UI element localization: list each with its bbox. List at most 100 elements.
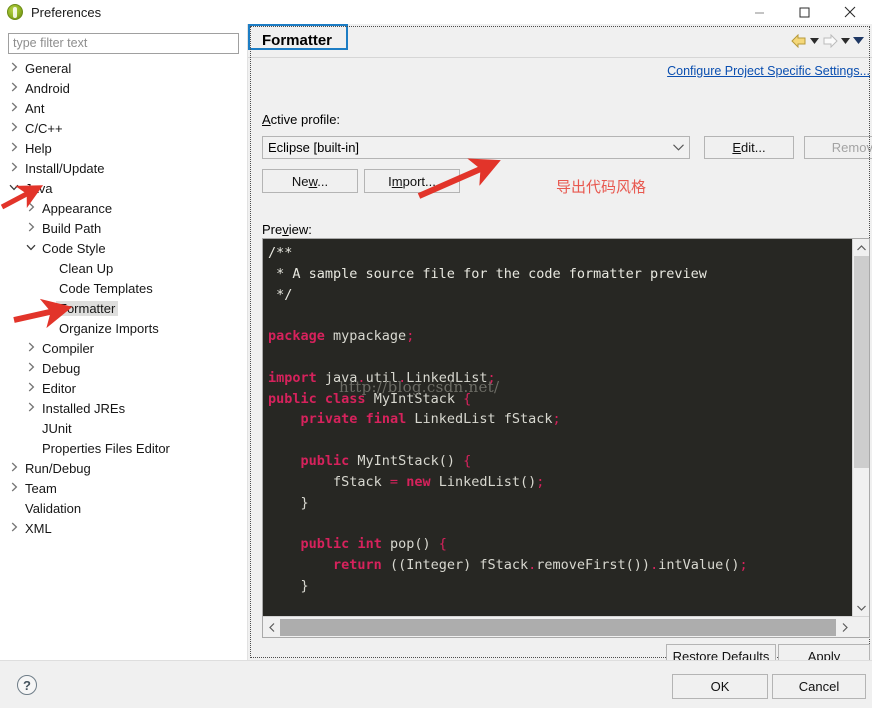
code-line: /** bbox=[268, 243, 847, 264]
sidebar-item-code-style[interactable]: Code Style bbox=[0, 238, 246, 258]
sidebar-item-code-templates[interactable]: Code Templates bbox=[0, 278, 246, 298]
chevron-right-icon[interactable] bbox=[23, 402, 39, 415]
sidebar-item-team[interactable]: Team bbox=[0, 478, 246, 498]
sidebar-item-label: Run/Debug bbox=[25, 460, 91, 476]
sidebar-item-label: Team bbox=[25, 480, 57, 496]
maximize-button[interactable] bbox=[782, 0, 827, 24]
sidebar-item-install-update[interactable]: Install/Update bbox=[0, 158, 246, 178]
window-controls bbox=[737, 0, 872, 24]
chevron-right-icon[interactable] bbox=[6, 522, 22, 535]
sidebar-item-label: Build Path bbox=[42, 220, 102, 236]
chevron-right-icon[interactable] bbox=[836, 617, 853, 637]
sidebar-item-formatter[interactable]: Formatter bbox=[0, 298, 246, 318]
search-input[interactable]: type filter text bbox=[8, 33, 239, 54]
code-line: public MyIntStack() { bbox=[268, 451, 847, 472]
code-token: LinkedList fStack bbox=[406, 411, 553, 428]
sidebar-item-organize-imports[interactable]: Organize Imports bbox=[0, 318, 246, 338]
minimize-button[interactable] bbox=[737, 0, 782, 24]
sidebar-item-label: XML bbox=[25, 520, 52, 536]
code-line: private final LinkedList fStack; bbox=[268, 409, 847, 430]
code-line: */ bbox=[268, 285, 847, 306]
sidebar-item-debug[interactable]: Debug bbox=[0, 358, 246, 378]
preview-horizontal-scrollbar[interactable] bbox=[263, 616, 869, 637]
sidebar-item-android[interactable]: Android bbox=[0, 78, 246, 98]
chevron-right-icon[interactable] bbox=[23, 222, 39, 235]
sidebar-item-editor[interactable]: Editor bbox=[0, 378, 246, 398]
sidebar-item-label: Java bbox=[25, 180, 53, 196]
preview-label: Preview: bbox=[262, 222, 312, 237]
code-token: mypackage bbox=[324, 328, 407, 345]
chevron-up-icon[interactable] bbox=[853, 239, 869, 256]
watermark-text: http://blog.csdn.net/ bbox=[339, 378, 500, 396]
sidebar-item-installed-jres[interactable]: Installed JREs bbox=[0, 398, 246, 418]
close-button[interactable] bbox=[827, 0, 872, 24]
vertical-scroll-thumb[interactable] bbox=[854, 256, 869, 468]
sidebar-item-label: Organize Imports bbox=[59, 320, 159, 336]
sidebar-item-validation[interactable]: Validation bbox=[0, 498, 246, 518]
chevron-down-icon[interactable] bbox=[853, 599, 869, 616]
horizontal-scroll-thumb[interactable] bbox=[280, 618, 836, 636]
sidebar-item-label: Android bbox=[25, 80, 70, 96]
code-token: intValue() bbox=[658, 556, 740, 573]
code-token: } bbox=[268, 494, 309, 511]
sidebar-item-help[interactable]: Help bbox=[0, 138, 246, 158]
sidebar-item-compiler[interactable]: Compiler bbox=[0, 338, 246, 358]
chevron-right-icon[interactable] bbox=[6, 482, 22, 495]
preview-vertical-scrollbar[interactable] bbox=[852, 239, 869, 616]
code-token: LinkedList() bbox=[430, 473, 537, 490]
chevron-right-icon[interactable] bbox=[6, 82, 22, 95]
chevron-right-icon[interactable] bbox=[23, 362, 39, 375]
code-token: = bbox=[389, 473, 399, 490]
sidebar-item-appearance[interactable]: Appearance bbox=[0, 198, 246, 218]
code-preview-frame: /** * A sample source file for the code … bbox=[262, 238, 870, 638]
sidebar-item-clean-up[interactable]: Clean Up bbox=[0, 258, 246, 278]
sidebar-item-run-debug[interactable]: Run/Debug bbox=[0, 458, 246, 478]
chevron-right-icon[interactable] bbox=[23, 342, 39, 355]
chevron-right-icon[interactable] bbox=[23, 202, 39, 215]
ok-button[interactable]: OK bbox=[672, 674, 768, 699]
sidebar-item-java[interactable]: Java bbox=[0, 178, 246, 198]
code-line: package mypackage; bbox=[268, 326, 847, 347]
sidebar-item-ant[interactable]: Ant bbox=[0, 98, 246, 118]
chevron-down-icon[interactable] bbox=[6, 183, 22, 194]
chevron-right-icon[interactable] bbox=[6, 122, 22, 135]
chevron-right-icon[interactable] bbox=[6, 462, 22, 475]
code-token: ((Integer) fStack bbox=[381, 556, 529, 573]
chevron-right-icon[interactable] bbox=[6, 162, 22, 175]
chevron-down-icon[interactable] bbox=[23, 243, 39, 254]
sidebar-item-label: Editor bbox=[42, 380, 76, 396]
code-token: package bbox=[268, 328, 325, 345]
code-token: . bbox=[650, 556, 659, 573]
code-token: { bbox=[438, 536, 447, 553]
sidebar-item-properties-files-editor[interactable]: Properties Files Editor bbox=[0, 438, 246, 458]
chevron-right-icon[interactable] bbox=[23, 382, 39, 395]
sidebar-item-general[interactable]: General bbox=[0, 58, 246, 78]
cancel-button[interactable]: Cancel bbox=[772, 674, 866, 699]
annotation-text: 导出代码风格 bbox=[556, 178, 647, 196]
chevron-right-icon[interactable] bbox=[6, 142, 22, 155]
chevron-right-icon[interactable] bbox=[6, 102, 22, 115]
preferences-tree[interactable]: General Android Ant C/C++ Help Install/Update… bbox=[0, 58, 246, 660]
sidebar-item-c-c[interactable]: C/C++ bbox=[0, 118, 246, 138]
sidebar-item-xml[interactable]: XML bbox=[0, 518, 246, 538]
sidebar-item-build-path[interactable]: Build Path bbox=[0, 218, 246, 238]
formatter-settings-pane: Formatter Configure Project Specific Set… bbox=[248, 24, 872, 668]
code-line: } bbox=[268, 576, 847, 597]
chevron-right-icon[interactable] bbox=[6, 62, 22, 75]
chevron-left-icon[interactable] bbox=[263, 617, 280, 637]
help-icon[interactable]: ? bbox=[17, 675, 37, 695]
sidebar-item-label: Installed JREs bbox=[42, 400, 126, 416]
eclipse-icon bbox=[7, 4, 23, 20]
sidebar-item-label: C/C++ bbox=[25, 120, 63, 136]
sidebar-item-label: Validation bbox=[25, 500, 82, 516]
export-all-button[interactable]: Export All... bbox=[248, 24, 870, 658]
code-token: import bbox=[268, 369, 317, 386]
sidebar-item-junit[interactable]: JUnit bbox=[0, 418, 246, 438]
